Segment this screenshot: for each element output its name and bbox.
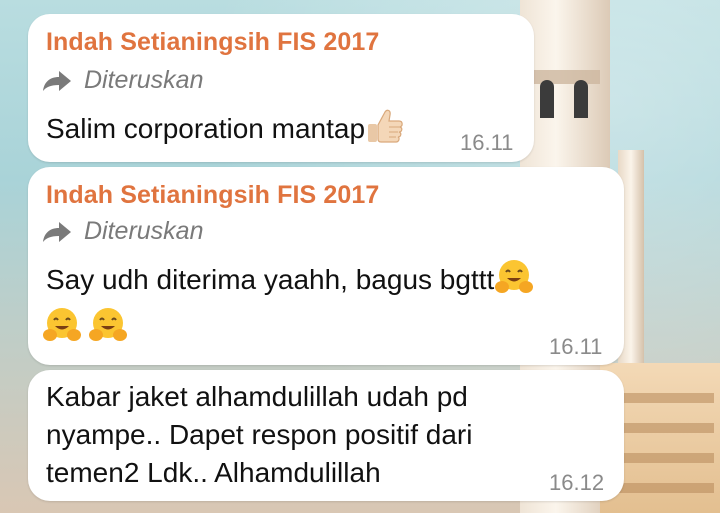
sender-name[interactable]: Indah Setianingsih FIS 2017 (46, 181, 379, 210)
hugging-face-emoji-icon (494, 257, 534, 297)
message-line: nyampe.. Dapet respon positif dari (46, 419, 473, 450)
message-body: Salim corporation mantap (46, 113, 366, 144)
emoji-row (42, 305, 128, 347)
message-bubble[interactable]: Kabar jaket alhamdulillah udah pd nyampe… (28, 370, 624, 501)
message-text: Kabar jaket alhamdulillah udah pd nyampe… (46, 378, 472, 492)
forwarded-indicator: Diteruskan (42, 217, 204, 246)
hugging-face-emoji-icon (42, 305, 82, 345)
forwarded-label: Diteruskan (84, 217, 204, 245)
forward-arrow-icon (43, 221, 71, 242)
forwarded-indicator: Diteruskan (42, 66, 204, 95)
forwarded-label: Diteruskan (84, 66, 204, 94)
message-timestamp: 16.11 (460, 130, 514, 155)
message-line: Kabar jaket alhamdulillah udah pd (46, 381, 468, 412)
message-text: Salim corporation mantap (46, 106, 405, 148)
sender-name[interactable]: Indah Setianingsih FIS 2017 (46, 28, 379, 57)
message-body: Say udh diterima yaahh, bagus bgttt (46, 264, 495, 295)
thumbs-up-emoji-icon (365, 106, 405, 146)
hugging-face-emoji-icon (88, 305, 128, 345)
message-line: temen2 Ldk.. Alhamdulillah (46, 457, 381, 488)
message-bubble[interactable]: Indah Setianingsih FIS 2017 Diteruskan S… (28, 14, 534, 162)
forward-arrow-icon (43, 70, 71, 91)
message-text: Say udh diterima yaahh, bagus bgttt (46, 257, 534, 299)
message-bubble[interactable]: Indah Setianingsih FIS 2017 Diteruskan S… (28, 167, 624, 365)
message-timestamp: 16.11 (549, 334, 603, 359)
message-timestamp: 16.12 (549, 470, 605, 495)
